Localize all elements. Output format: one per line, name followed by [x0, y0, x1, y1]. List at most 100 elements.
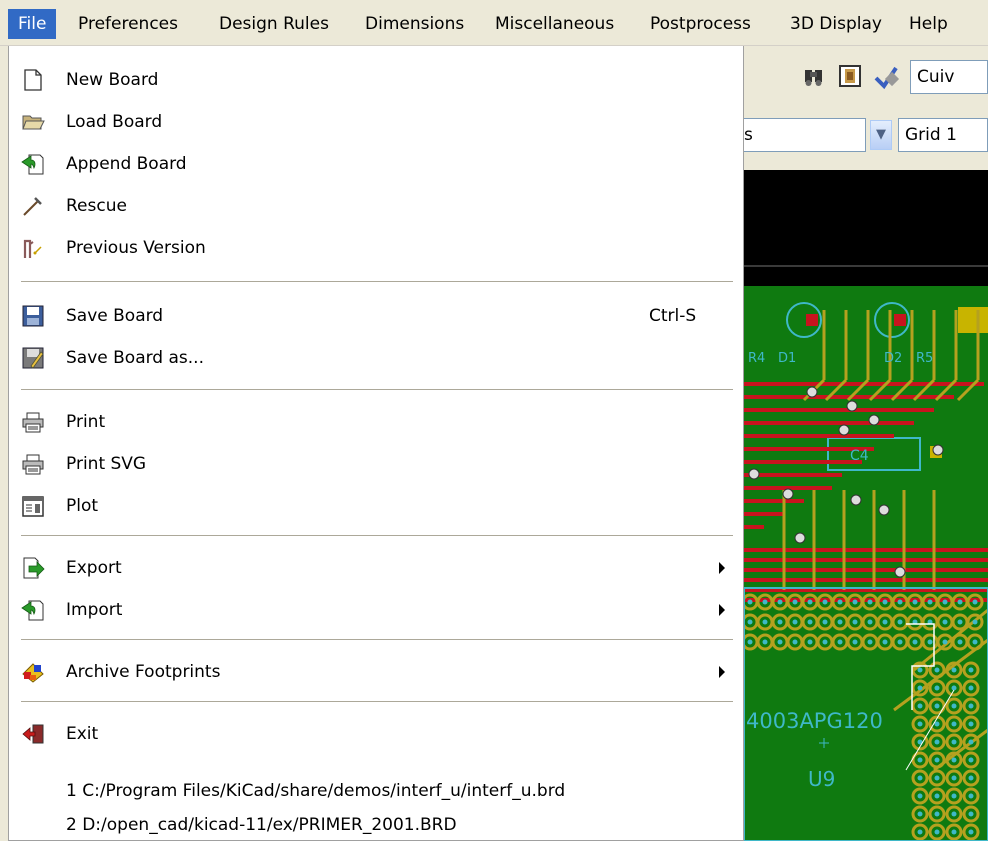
menu-item-print[interactable]: Print	[9, 402, 743, 442]
pcb-pad-hole	[897, 639, 903, 645]
file-menu: New Board Load Board Append Board Rescue…	[8, 46, 744, 841]
menu-item-label: Previous Version	[66, 238, 206, 258]
menu-preferences[interactable]: Preferences	[68, 9, 188, 39]
pcb-pad-hole	[912, 639, 918, 645]
menu-item-label: Load Board	[66, 112, 163, 132]
pcb-pad-hole	[822, 599, 828, 605]
menu-item-append-board[interactable]: Append Board	[9, 144, 743, 184]
menu-item-rescue[interactable]: Rescue	[9, 186, 743, 226]
pcb-pad-hole	[957, 619, 963, 625]
recent-file-1[interactable]: 1 C:/Program Files/KiCad/share/demos/int…	[66, 776, 565, 806]
menu-separator	[21, 701, 733, 703]
pcb-via	[894, 566, 906, 578]
recent-file-2[interactable]: 2 D:/open_cad/kicad-11/ex/PRIMER_2001.BR…	[66, 810, 457, 840]
pcb-pad-hole	[792, 599, 798, 605]
menu-item-save-board[interactable]: Save Board Ctrl-S	[9, 296, 743, 336]
previous-version-icon	[21, 236, 45, 260]
submenu-arrow-icon	[719, 666, 725, 678]
menu-file[interactable]: File	[8, 9, 57, 39]
label-r5: R5	[916, 351, 933, 366]
open-folder-icon	[21, 110, 45, 134]
pcb-pad-hole	[951, 739, 957, 745]
menu-separator	[21, 535, 733, 537]
pcb-pad-hole	[951, 703, 957, 709]
layer-select[interactable]: Cuiv	[910, 60, 988, 94]
pcb-via	[806, 386, 818, 398]
pcb-via	[846, 400, 858, 412]
label-d2: D2	[884, 351, 902, 366]
pcb-via	[748, 468, 760, 480]
pcb-pad-hole	[968, 811, 974, 817]
menu-help[interactable]: Help	[899, 9, 958, 39]
menu-item-save-board-as[interactable]: Save Board as...	[9, 338, 743, 378]
pcb-pad-hole	[852, 599, 858, 605]
rescue-icon	[21, 194, 45, 218]
pcb-via	[850, 494, 862, 506]
pcb-pad-hole	[882, 599, 888, 605]
chevron-down-icon[interactable]: ▼	[870, 120, 892, 150]
find-icon[interactable]	[798, 60, 830, 92]
export-icon	[21, 556, 45, 580]
menu-item-exit[interactable]: Exit	[9, 714, 743, 754]
menubar: File Preferences Design Rules Dimensions…	[0, 0, 988, 46]
menu-item-export[interactable]: Export	[9, 548, 743, 588]
pcb-pad-hole	[837, 639, 843, 645]
label-c4: C4	[850, 448, 869, 464]
menu-item-archive-footprints[interactable]: Archive Footprints	[9, 652, 743, 692]
pcb-pad-hole	[822, 619, 828, 625]
footprint-icon[interactable]	[834, 60, 866, 92]
menu-dimensions[interactable]: Dimensions	[355, 9, 474, 39]
pcb-canvas[interactable]: R4 D1 D2 R5 C4 4003APG120 U9	[744, 170, 988, 841]
menu-item-print-svg[interactable]: Print SVG	[9, 444, 743, 484]
pcb-via	[794, 532, 806, 544]
pcb-pad-hole	[792, 639, 798, 645]
pcb-pad-hole	[917, 667, 923, 673]
pcb-pad-hole	[792, 619, 798, 625]
pcb-pad-hole	[917, 775, 923, 781]
pcb-pad-hole	[852, 639, 858, 645]
menu-item-import[interactable]: Import	[9, 590, 743, 630]
pcb-pad-hole	[917, 685, 923, 691]
menu-postprocess[interactable]: Postprocess	[640, 9, 761, 39]
pcb-pad-hole	[968, 775, 974, 781]
menu-item-label: Export	[66, 558, 122, 578]
import-icon	[21, 598, 45, 622]
grid-select[interactable]: Grid 1	[898, 118, 988, 152]
pcb-via	[782, 488, 794, 500]
pcb-pad-hole	[968, 757, 974, 763]
label-u9: U9	[808, 767, 835, 791]
menu-miscellaneous[interactable]: Miscellaneous	[485, 9, 624, 39]
menu-design-rules[interactable]: Design Rules	[209, 9, 339, 39]
menu-item-load-board[interactable]: Load Board	[9, 102, 743, 142]
pcb-pad-hole	[942, 619, 948, 625]
pcb-pad-hole	[867, 619, 873, 625]
pcb-pad-hole	[762, 619, 768, 625]
track-width-select[interactable]: s	[744, 118, 866, 152]
menu-item-label: New Board	[66, 70, 159, 90]
menu-item-previous-version[interactable]: Previous Version	[9, 228, 743, 268]
pcb-pad-hole	[917, 811, 923, 817]
pcb-pad-hole	[934, 703, 940, 709]
archive-footprints-icon	[21, 660, 45, 684]
pcb-pad-hole	[912, 599, 918, 605]
menu-item-new-board[interactable]: New Board	[9, 60, 743, 100]
printer-icon	[21, 452, 45, 476]
menu-item-plot[interactable]: Plot	[9, 486, 743, 526]
pcb-pad-hole	[968, 829, 974, 835]
pcb-pad-hole	[951, 829, 957, 835]
shortcut-label: Ctrl-S	[649, 306, 697, 326]
pcb-pad-hole	[747, 599, 753, 605]
menu-3d-display[interactable]: 3D Display	[780, 9, 892, 39]
pcb-drawing: R4 D1 D2 R5 C4 4003APG120 U9	[744, 265, 988, 841]
pcb-pad-hole	[934, 667, 940, 673]
pcb-pad-hole	[951, 793, 957, 799]
menu-item-label: Archive Footprints	[66, 662, 221, 682]
save-as-icon	[21, 346, 45, 370]
pcb-pad-hole	[934, 739, 940, 745]
drc-icon[interactable]	[870, 60, 902, 92]
pcb-pad-hole	[972, 599, 978, 605]
menu-item-label: Append Board	[66, 154, 187, 174]
pcb-pad-hole	[917, 757, 923, 763]
pcb-pad-hole	[897, 599, 903, 605]
pcb-pad-hole	[968, 793, 974, 799]
